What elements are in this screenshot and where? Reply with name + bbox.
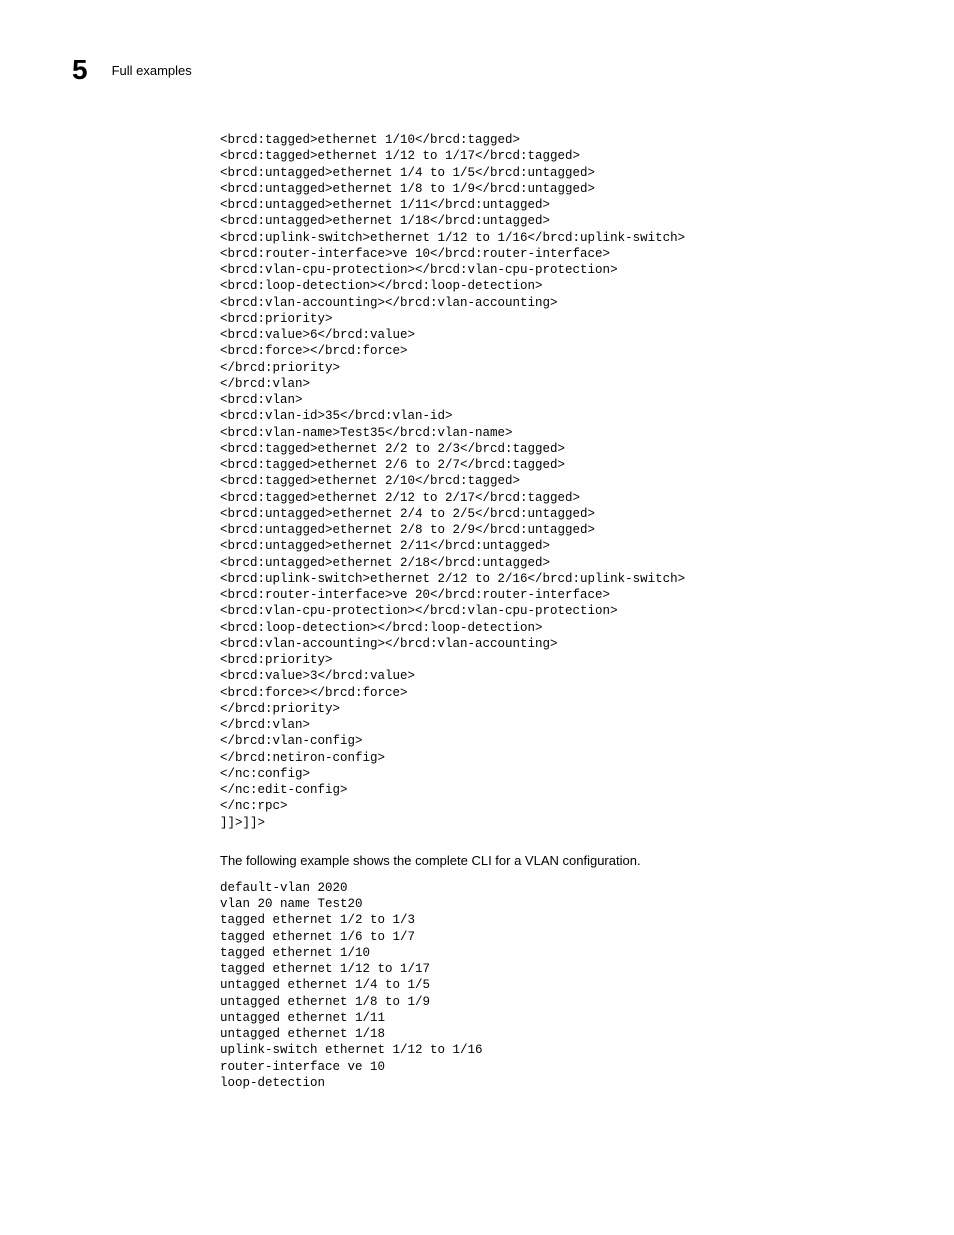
page-header: 5 Full examples <box>72 56 882 84</box>
content-area: <brcd:tagged>ethernet 1/10</brcd:tagged>… <box>220 132 882 1091</box>
page: 5 Full examples <brcd:tagged>ethernet 1/… <box>0 0 954 1163</box>
transition-paragraph: The following example shows the complete… <box>220 853 882 868</box>
section-title: Full examples <box>112 63 192 78</box>
chapter-number: 5 <box>72 56 88 84</box>
cli-config-code: default-vlan 2020 vlan 20 name Test20 ta… <box>220 880 882 1091</box>
xml-config-code: <brcd:tagged>ethernet 1/10</brcd:tagged>… <box>220 132 882 831</box>
